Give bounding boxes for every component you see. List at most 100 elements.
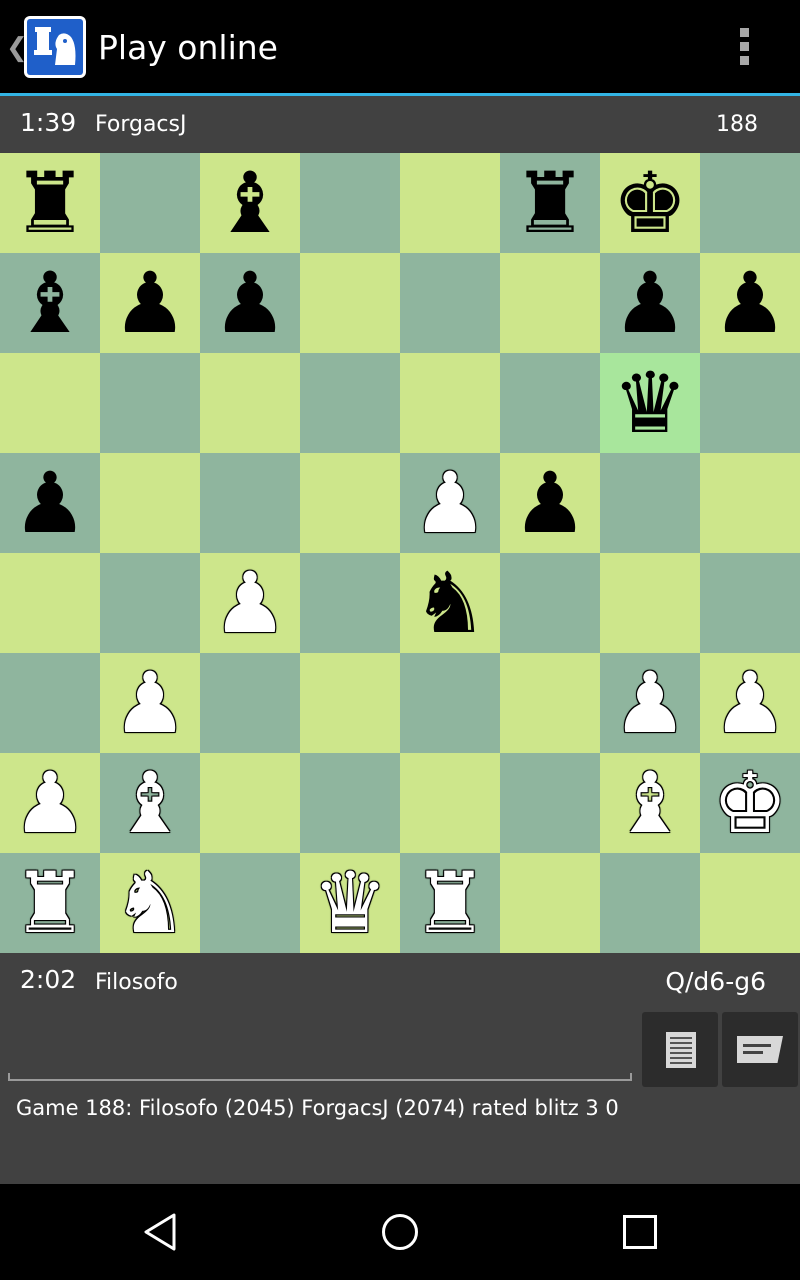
white-pawn-icon[interactable]: ♟ — [200, 553, 300, 653]
black-pawn-icon[interactable]: ♟ — [700, 253, 800, 353]
square-b4[interactable] — [100, 553, 200, 653]
square-e3[interactable] — [400, 653, 500, 753]
square-d4[interactable] — [300, 553, 400, 653]
white-knight-icon[interactable]: ♞ — [100, 853, 200, 953]
square-g7[interactable]: ♟ — [600, 253, 700, 353]
white-pawn-icon[interactable]: ♟ — [700, 653, 800, 753]
square-f8[interactable]: ♜ — [500, 153, 600, 253]
square-h8[interactable] — [700, 153, 800, 253]
black-knight-icon[interactable]: ♞ — [400, 553, 500, 653]
square-a8[interactable]: ♜ — [0, 153, 100, 253]
square-h7[interactable]: ♟ — [700, 253, 800, 353]
square-c2[interactable] — [200, 753, 300, 853]
black-queen-icon[interactable]: ♛ — [600, 353, 700, 453]
square-d8[interactable] — [300, 153, 400, 253]
square-f5[interactable]: ♟ — [500, 453, 600, 553]
square-g1[interactable] — [600, 853, 700, 953]
overflow-menu-icon[interactable] — [730, 24, 758, 72]
black-pawn-icon[interactable]: ♟ — [200, 253, 300, 353]
white-queen-icon[interactable]: ♛ — [300, 853, 400, 953]
square-c3[interactable] — [200, 653, 300, 753]
command-input[interactable] — [8, 1011, 632, 1081]
white-bishop-icon[interactable]: ♝ — [100, 753, 200, 853]
square-a1[interactable]: ♜ — [0, 853, 100, 953]
black-rook-icon[interactable]: ♜ — [0, 153, 100, 253]
white-pawn-icon[interactable]: ♟ — [0, 753, 100, 853]
square-f1[interactable] — [500, 853, 600, 953]
black-bishop-icon[interactable]: ♝ — [0, 253, 100, 353]
square-c7[interactable]: ♟ — [200, 253, 300, 353]
white-bishop-icon[interactable]: ♝ — [600, 753, 700, 853]
square-f3[interactable] — [500, 653, 600, 753]
black-pawn-icon[interactable]: ♟ — [600, 253, 700, 353]
nav-recents-icon[interactable] — [623, 1215, 657, 1249]
square-b7[interactable]: ♟ — [100, 253, 200, 353]
move-list-button[interactable] — [642, 1012, 718, 1087]
white-pawn-icon[interactable]: ♟ — [600, 653, 700, 753]
square-h1[interactable] — [700, 853, 800, 953]
white-pawn-icon[interactable]: ♟ — [100, 653, 200, 753]
square-c4[interactable]: ♟ — [200, 553, 300, 653]
white-rook-icon[interactable]: ♜ — [400, 853, 500, 953]
square-e6[interactable] — [400, 353, 500, 453]
square-e1[interactable]: ♜ — [400, 853, 500, 953]
square-d3[interactable] — [300, 653, 400, 753]
bottom-player-bar: 2:02 Filosofo Q/d6-g6 — [0, 953, 800, 1011]
square-g3[interactable]: ♟ — [600, 653, 700, 753]
black-pawn-icon[interactable]: ♟ — [100, 253, 200, 353]
square-a3[interactable] — [0, 653, 100, 753]
white-rook-icon[interactable]: ♜ — [0, 853, 100, 953]
square-b1[interactable]: ♞ — [100, 853, 200, 953]
square-b3[interactable]: ♟ — [100, 653, 200, 753]
square-d2[interactable] — [300, 753, 400, 853]
square-g2[interactable]: ♝ — [600, 753, 700, 853]
square-b8[interactable] — [100, 153, 200, 253]
square-e2[interactable] — [400, 753, 500, 853]
square-c1[interactable] — [200, 853, 300, 953]
black-king-icon[interactable]: ♚ — [600, 153, 700, 253]
square-f6[interactable] — [500, 353, 600, 453]
square-b2[interactable]: ♝ — [100, 753, 200, 853]
white-pawn-icon[interactable]: ♟ — [400, 453, 500, 553]
square-h2[interactable]: ♚ — [700, 753, 800, 853]
square-d7[interactable] — [300, 253, 400, 353]
square-e8[interactable] — [400, 153, 500, 253]
chat-button[interactable] — [722, 1012, 798, 1087]
square-h3[interactable]: ♟ — [700, 653, 800, 753]
white-king-icon[interactable]: ♚ — [700, 753, 800, 853]
square-g4[interactable] — [600, 553, 700, 653]
square-f2[interactable] — [500, 753, 600, 853]
square-a6[interactable] — [0, 353, 100, 453]
square-c8[interactable]: ♝ — [200, 153, 300, 253]
square-b6[interactable] — [100, 353, 200, 453]
square-d5[interactable] — [300, 453, 400, 553]
square-d6[interactable] — [300, 353, 400, 453]
square-a5[interactable]: ♟ — [0, 453, 100, 553]
square-e7[interactable] — [400, 253, 500, 353]
black-pawn-icon[interactable]: ♟ — [0, 453, 100, 553]
square-c6[interactable] — [200, 353, 300, 453]
square-h4[interactable] — [700, 553, 800, 653]
square-c5[interactable] — [200, 453, 300, 553]
black-bishop-icon[interactable]: ♝ — [200, 153, 300, 253]
square-a4[interactable] — [0, 553, 100, 653]
square-g8[interactable]: ♚ — [600, 153, 700, 253]
chess-rook-knight-icon[interactable] — [24, 16, 86, 78]
square-f4[interactable] — [500, 553, 600, 653]
black-pawn-icon[interactable]: ♟ — [500, 453, 600, 553]
chess-board[interactable]: ♜ ♝ ♜ ♚ ♝ ♟ ♟ ♟ ♟ ♛ ♟ ♟ ♟ ♟ ♞ ♟ ♟ ♟ ♟ ♝ ♝ ♚ ♜ ♞ ♛ ♜ — [0, 153, 800, 953]
square-g6[interactable]: ♛ — [600, 353, 700, 453]
square-f7[interactable] — [500, 253, 600, 353]
nav-home-icon[interactable] — [382, 1214, 418, 1250]
square-d1[interactable]: ♛ — [300, 853, 400, 953]
black-rook-icon[interactable]: ♜ — [500, 153, 600, 253]
square-b5[interactable] — [100, 453, 200, 553]
square-e4[interactable]: ♞ — [400, 553, 500, 653]
square-h5[interactable] — [700, 453, 800, 553]
square-e5[interactable]: ♟ — [400, 453, 500, 553]
nav-back-icon[interactable] — [142, 1212, 178, 1252]
square-a7[interactable]: ♝ — [0, 253, 100, 353]
square-a2[interactable]: ♟ — [0, 753, 100, 853]
square-h6[interactable] — [700, 353, 800, 453]
square-g5[interactable] — [600, 453, 700, 553]
